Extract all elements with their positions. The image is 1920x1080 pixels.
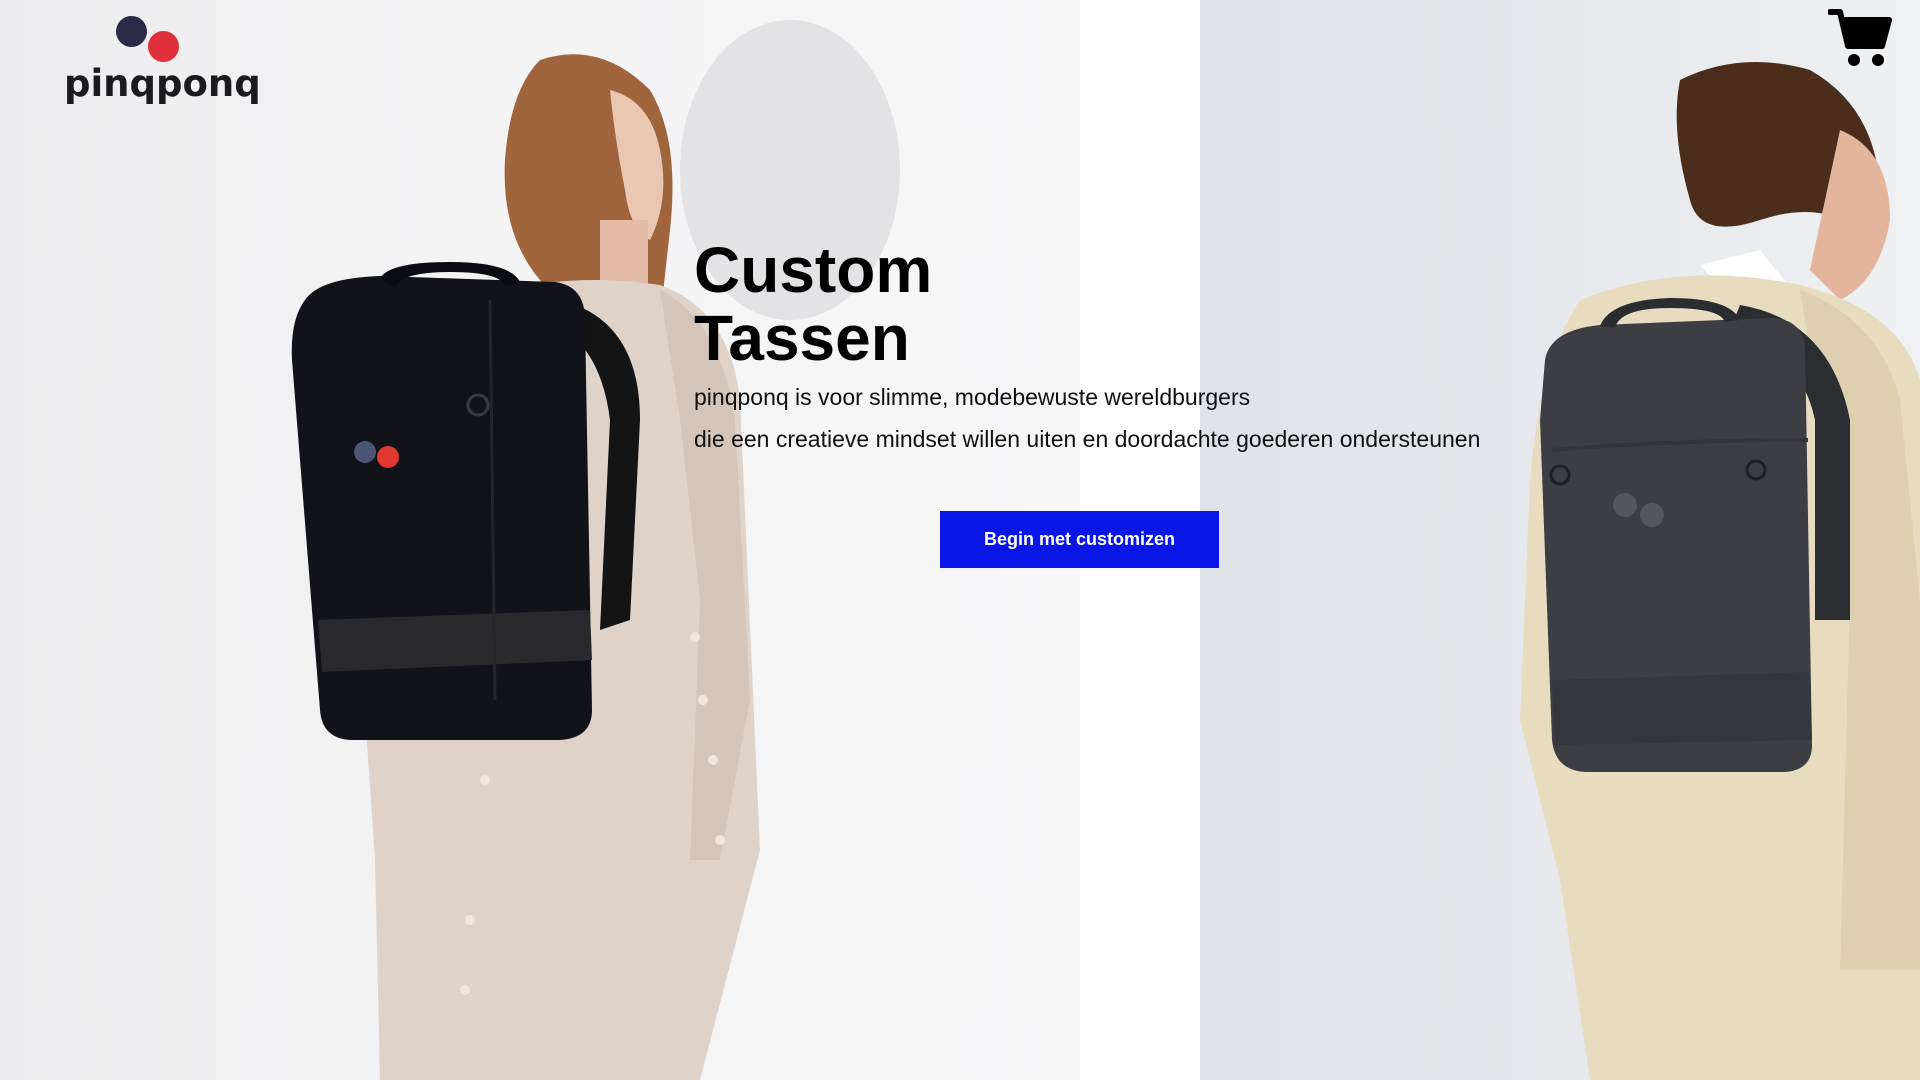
hero-image-left: [0, 0, 1080, 1080]
hero-title-line2: Tassen: [694, 302, 910, 374]
brand-logo[interactable]: pinqponq: [64, 16, 261, 106]
hero-subtitle-line1: pinqponq is voor slimme, modebewuste wer…: [694, 384, 1251, 410]
start-customizing-button[interactable]: Begin met customizen: [940, 511, 1219, 568]
shopping-cart-button[interactable]: [1827, 8, 1892, 68]
logo-dots-icon: [116, 16, 186, 66]
shopping-cart-icon: [1827, 9, 1892, 66]
hero-subtitle-line2: die een creatieve mindset willen uiten e…: [694, 426, 1481, 452]
model-black-backpack-illustration: [291, 20, 900, 1080]
model-grey-backpack-illustration: [1520, 62, 1920, 1080]
hero-section: Custom Tassen pinqponq is voor slimme, m…: [694, 236, 1554, 460]
hero-subtitle: pinqponq is voor slimme, modebewuste wer…: [694, 376, 1554, 460]
hero-title: Custom Tassen: [694, 236, 1554, 372]
logo-dot-red: [148, 31, 179, 62]
logo-dot-navy: [116, 16, 147, 47]
landing-page: pinqponq Custom Tassen pinqponq is voor …: [0, 0, 1920, 1080]
logo-wordmark: pinqponq: [64, 62, 261, 105]
hero-image-right: [1200, 0, 1920, 1080]
hero-title-line1: Custom: [694, 234, 933, 306]
